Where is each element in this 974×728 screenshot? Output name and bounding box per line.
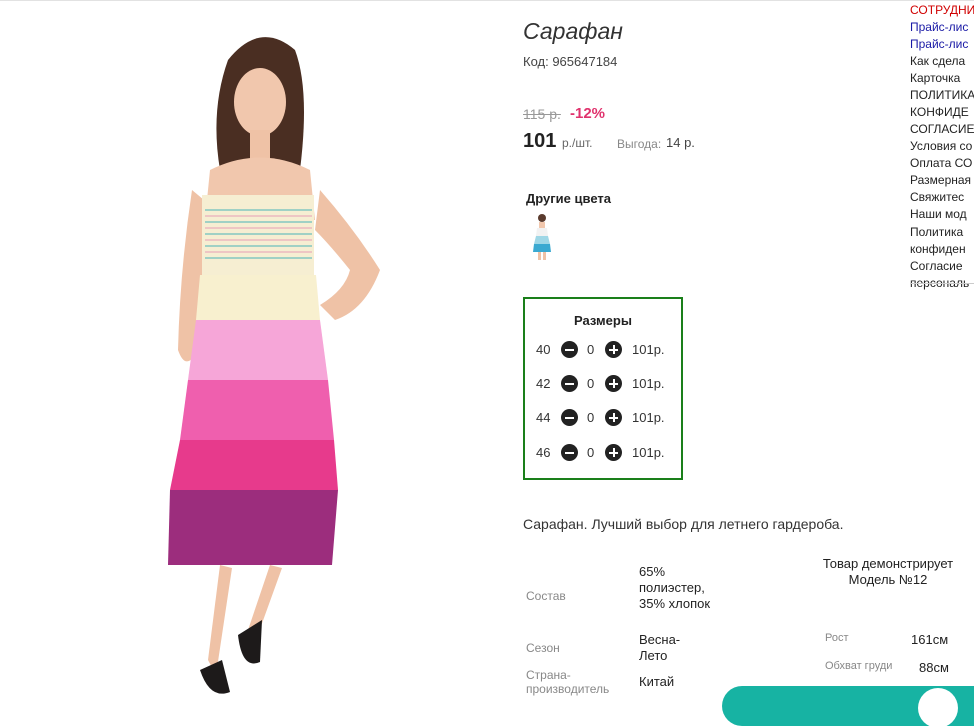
sizes-title: Размеры bbox=[574, 313, 632, 328]
sidebar-menu: СОТРУДНИ Прайс-лис Прайс-лис Как сдела К… bbox=[910, 0, 974, 300]
size-label: 44 bbox=[536, 410, 551, 425]
increase-quantity-button[interactable] bbox=[605, 341, 622, 358]
model-height-label: Рост bbox=[825, 632, 849, 644]
color-variant-thumbnail[interactable] bbox=[530, 212, 554, 262]
decrease-quantity-button[interactable] bbox=[561, 409, 578, 426]
size-price: 101р. bbox=[632, 342, 665, 357]
model-chest-label: Обхват груди bbox=[825, 660, 893, 672]
sidebar-item[interactable]: Прайс-лис bbox=[910, 19, 968, 36]
sidebar-item[interactable]: СОГЛАСИЕ bbox=[910, 121, 974, 138]
sidebar-item[interactable]: Свяжитес bbox=[910, 189, 964, 206]
product-code: Код: 965647184 bbox=[523, 54, 618, 69]
discount-badge: -12% bbox=[570, 105, 606, 122]
spec-label-season: Сезон bbox=[526, 641, 560, 655]
size-row: 44 0 101р. bbox=[525, 408, 681, 428]
decrease-quantity-button[interactable] bbox=[561, 444, 578, 461]
quantity-value: 0 bbox=[587, 410, 595, 425]
sidebar-item[interactable]: Согласие bbox=[910, 258, 963, 275]
quantity-value: 0 bbox=[587, 376, 595, 391]
quantity-value: 0 bbox=[587, 445, 595, 460]
size-price: 101р. bbox=[632, 376, 665, 391]
sidebar-divider bbox=[910, 283, 974, 284]
size-row: 46 0 101р. bbox=[525, 443, 681, 463]
benefit-label: Выгода: bbox=[617, 137, 662, 151]
sidebar-item[interactable]: Как сдела bbox=[910, 53, 965, 70]
sidebar-item[interactable]: Оплата СО bbox=[910, 155, 972, 172]
plus-icon-stroke bbox=[612, 379, 615, 388]
size-row: 42 0 101р. bbox=[525, 374, 681, 394]
chat-icon bbox=[918, 688, 958, 728]
decrease-quantity-button[interactable] bbox=[561, 341, 578, 358]
plus-icon-stroke bbox=[612, 448, 615, 457]
increase-quantity-button[interactable] bbox=[605, 444, 622, 461]
size-label: 46 bbox=[536, 445, 551, 460]
old-price: 115 р. bbox=[523, 106, 561, 122]
plus-icon-stroke bbox=[612, 345, 615, 354]
minus-icon bbox=[565, 451, 574, 454]
sidebar-item[interactable]: ПОЛИТИКА bbox=[910, 87, 974, 104]
quantity-value: 0 bbox=[587, 342, 595, 357]
size-label: 40 bbox=[536, 342, 551, 357]
plus-icon-stroke bbox=[612, 413, 615, 422]
spec-label-country: Страна-производитель bbox=[526, 668, 610, 696]
minus-icon bbox=[565, 348, 574, 351]
increase-quantity-button[interactable] bbox=[605, 409, 622, 426]
other-colors-heading: Другие цвета bbox=[526, 191, 611, 206]
product-description: Сарафан. Лучший выбор для летнего гардер… bbox=[523, 516, 844, 532]
sidebar-item[interactable]: Наши мод bbox=[910, 206, 967, 223]
model-info-title: Товар демонстрирует Модель №12 bbox=[822, 556, 954, 587]
sidebar-item[interactable]: СОТРУДНИ bbox=[910, 2, 974, 19]
product-title: Сарафан bbox=[523, 18, 623, 44]
sidebar-item[interactable]: Политика bbox=[910, 224, 963, 241]
current-price: 101 bbox=[523, 130, 557, 152]
minus-icon bbox=[565, 382, 574, 385]
size-price: 101р. bbox=[632, 410, 665, 425]
model-height-value: 161см bbox=[911, 632, 949, 647]
sidebar-item[interactable]: КОНФИДЕ bbox=[910, 104, 969, 121]
size-price: 101р. bbox=[632, 445, 665, 460]
chat-widget-button[interactable] bbox=[722, 686, 974, 728]
spec-label-composition: Состав bbox=[526, 589, 566, 603]
price-unit: р./шт. bbox=[562, 136, 593, 150]
increase-quantity-button[interactable] bbox=[605, 375, 622, 392]
decrease-quantity-button[interactable] bbox=[561, 375, 578, 392]
sizes-panel: Размеры 40 0 101р. 42 0 101р. 44 0 101р.… bbox=[523, 297, 683, 480]
size-row: 40 0 101р. bbox=[525, 340, 681, 360]
sidebar-item[interactable]: Размерная bbox=[910, 172, 971, 189]
spec-value-season: Весна-Лето bbox=[639, 632, 681, 663]
minus-icon bbox=[565, 416, 574, 419]
sidebar-item[interactable]: Условия со bbox=[910, 138, 972, 155]
spec-value-composition: 65% полиэстер, 35% хлопок bbox=[639, 564, 711, 611]
size-label: 42 bbox=[536, 376, 551, 391]
sidebar-item[interactable]: Карточка bbox=[910, 70, 960, 87]
sidebar-item[interactable]: конфиден bbox=[910, 241, 966, 258]
spec-value-country: Китай bbox=[639, 674, 675, 689]
sidebar-item[interactable]: Прайс-лис bbox=[910, 36, 968, 53]
product-photo bbox=[168, 37, 380, 694]
model-chest-value: 88см bbox=[919, 660, 949, 675]
top-divider bbox=[0, 0, 974, 1]
benefit-value: 14 р. bbox=[666, 135, 695, 150]
